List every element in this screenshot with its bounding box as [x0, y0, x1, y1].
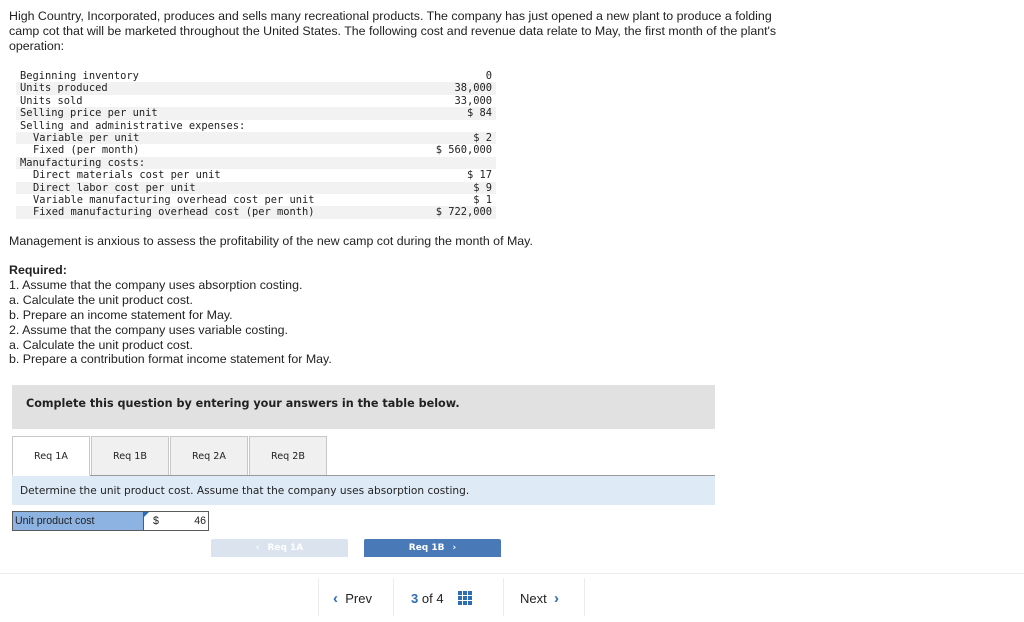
data-row: Fixed (per month) $ 560,000	[16, 144, 496, 156]
total-pages: 4	[436, 590, 444, 606]
data-row: Variable manufacturing overhead cost per…	[16, 194, 496, 206]
data-row-value: $ 722,000	[416, 206, 496, 219]
required-item: a. Calculate the unit product cost.	[9, 337, 193, 352]
data-row-value: $ 84	[416, 107, 496, 120]
instructions-banner: Complete this question by entering your …	[12, 385, 715, 429]
data-row-label: Direct materials cost per unit	[33, 169, 221, 182]
next-req-button[interactable]: Req 1B ›	[364, 539, 501, 557]
required-item: 2. Assume that the company uses variable…	[9, 322, 288, 337]
data-row-label: Variable per unit	[16, 132, 416, 145]
footer-divider	[503, 578, 504, 616]
cell-marker-icon	[144, 512, 149, 517]
footer-next-button[interactable]: Next ›	[520, 578, 559, 618]
data-row-value	[416, 120, 496, 132]
data-row: Units produced 38,000	[16, 82, 496, 95]
data-row: Units sold 33,000	[16, 95, 496, 107]
data-row-label: Selling and administrative expenses:	[20, 119, 246, 132]
instruction-text: Determine the unit product cost. Assume …	[20, 485, 470, 497]
page-of: of	[421, 590, 433, 606]
required-item: b. Prepare a contribution format income …	[9, 352, 332, 367]
required-item: a. Calculate the unit product cost.	[9, 292, 193, 307]
data-row-value	[416, 156, 496, 170]
data-row-label: Selling price per unit	[16, 107, 416, 120]
data-row: Selling and administrative expenses:	[16, 120, 496, 132]
tab-req-2b[interactable]: Req 2B	[249, 436, 327, 476]
footer-prev-button[interactable]: ‹ Prev	[333, 578, 372, 618]
data-row-label: Fixed (per month)	[33, 144, 140, 157]
required-section: Required: 1. Assume that the company use…	[9, 263, 332, 367]
requirement-tabs: Req 1A Req 1B Req 2A Req 2B	[12, 436, 328, 476]
data-row: Selling price per unit $ 84	[16, 107, 496, 120]
data-row: Manufacturing costs:	[16, 156, 496, 170]
instruction-bar: Determine the unit product cost. Assume …	[12, 476, 715, 505]
chevron-left-icon: ‹	[333, 589, 338, 607]
data-row-label: Variable manufacturing overhead cost per…	[33, 194, 315, 207]
data-row-value: $ 2	[416, 132, 496, 145]
data-row-label: Beginning inventory	[20, 70, 139, 82]
data-row: Variable per unit $ 2	[16, 132, 496, 145]
required-item: 1. Assume that the company uses absorpti…	[9, 277, 303, 292]
cost-revenue-table: Beginning inventory 0 Units produced 38,000…	[16, 70, 496, 219]
data-row-value: $ 17	[466, 169, 492, 182]
data-row-value: $ 560,000	[435, 144, 492, 157]
page-indicator[interactable]: 3 of 4	[411, 578, 473, 618]
problem-intro: High Country, Incorporated, produces and…	[9, 9, 777, 53]
currency-symbol: $	[153, 515, 159, 527]
data-row: Beginning inventory 0	[16, 70, 496, 82]
banner-text: Complete this question by entering your …	[26, 397, 460, 410]
unit-product-cost-label: Unit product cost	[13, 512, 144, 530]
data-row-label: Direct labor cost per unit	[16, 181, 416, 195]
management-note: Management is anxious to assess the prof…	[9, 234, 533, 248]
data-row: Direct materials cost per unit $ 17	[16, 169, 496, 181]
footer-divider	[393, 578, 394, 616]
chevron-right-icon: ›	[452, 543, 457, 553]
prev-req-button[interactable]: ‹ Req 1A	[211, 539, 348, 557]
data-row-value: 38,000	[416, 82, 496, 95]
data-row-label: Units sold	[20, 94, 83, 107]
footer-next-label: Next	[520, 590, 547, 606]
data-row-value: $ 1	[473, 194, 492, 207]
tab-req-1b[interactable]: Req 1B	[91, 436, 169, 476]
tab-req-2a[interactable]: Req 2A	[170, 436, 248, 476]
data-row-label: Units produced	[16, 82, 416, 95]
data-row-label: Manufacturing costs:	[16, 156, 416, 170]
prev-req-label: Req 1A	[267, 543, 304, 553]
footer-divider	[584, 578, 585, 616]
chevron-left-icon: ‹	[255, 543, 260, 553]
required-title: Required:	[9, 263, 67, 277]
answer-row: Unit product cost $ 46	[12, 511, 209, 531]
footer-divider	[318, 578, 319, 616]
unit-product-cost-input[interactable]: $ 46	[144, 512, 208, 530]
required-item: b. Prepare an income statement for May.	[9, 307, 233, 322]
data-row: Fixed manufacturing overhead cost (per m…	[16, 206, 496, 219]
next-req-label: Req 1B	[408, 543, 445, 553]
chevron-right-icon: ›	[553, 589, 559, 607]
current-page: 3	[411, 590, 419, 606]
grid-icon[interactable]	[458, 591, 473, 605]
data-row-value: 33,000	[454, 94, 492, 107]
tab-req-1a[interactable]: Req 1A	[12, 436, 90, 476]
footer-prev-label: Prev	[345, 590, 372, 606]
data-row-label: Fixed manufacturing overhead cost (per m…	[16, 206, 416, 219]
unit-product-cost-value[interactable]: 46	[194, 512, 206, 530]
data-row: Direct labor cost per unit $ 9	[16, 181, 496, 195]
data-row-value: 0	[485, 70, 492, 82]
footer-separator	[0, 573, 1024, 574]
data-row-value: $ 9	[416, 181, 496, 195]
